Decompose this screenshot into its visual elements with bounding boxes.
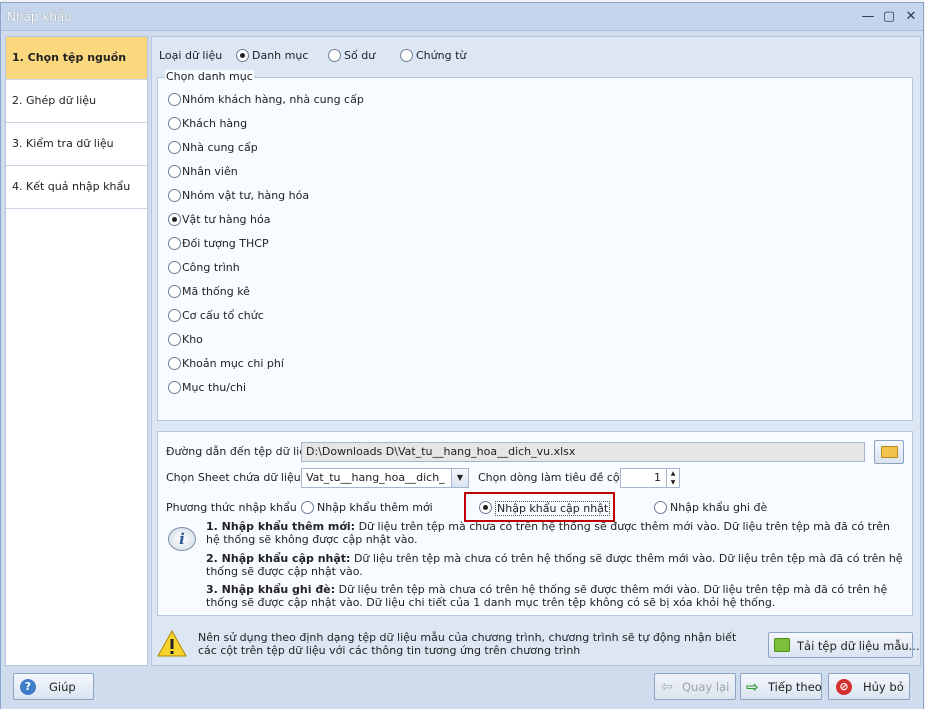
maximize-icon[interactable]: ▢	[880, 8, 898, 26]
data-type-option: Chứng từ	[416, 49, 467, 62]
step-label: 1. Chọn tệp nguồn	[12, 51, 127, 64]
browse-button[interactable]	[874, 440, 904, 464]
catalog-radio[interactable]	[168, 117, 181, 130]
spin-up-icon[interactable]: ▲	[666, 469, 679, 478]
spin-down-icon[interactable]: ▼	[666, 478, 679, 487]
catalog-item-label: Công trình	[182, 261, 240, 274]
help-label: Giúp	[49, 680, 76, 694]
radio-balance[interactable]	[328, 49, 341, 62]
data-type-option: Danh mục	[252, 49, 309, 62]
help-button[interactable]: ? Giúp	[13, 673, 94, 700]
file-path-label: Đường dẫn đến tệp dữ liệu	[166, 445, 313, 458]
folder-icon	[881, 446, 898, 458]
radio-import-new[interactable]	[301, 501, 314, 514]
download-template-label: Tải tệp dữ liệu mẫu...	[797, 639, 920, 653]
catalog-group: Chọn danh mục Nhóm khách hàng, nhà cung …	[157, 70, 913, 421]
file-path-input[interactable]: D:\Downloads D\Vat_tu__hang_hoa__dich_vu…	[301, 442, 865, 462]
step-import-result[interactable]: 4. Kết quả nhập khẩu	[6, 166, 147, 209]
next-arrow-icon: ⇨	[746, 678, 759, 696]
next-label: Tiếp theo	[768, 680, 822, 694]
catalog-item-label: Nhà cung cấp	[182, 141, 258, 154]
close-icon[interactable]: ✕	[902, 8, 920, 26]
data-type-label: Loại dữ liệu	[159, 49, 223, 62]
desc-import-new: 1. Nhập khẩu thêm mới: Dữ liệu trên tệp …	[206, 520, 906, 546]
radio-voucher[interactable]	[400, 49, 413, 62]
chevron-down-icon[interactable]: ▼	[451, 469, 468, 487]
import-method-option: Nhập khẩu ghi đè	[670, 501, 768, 514]
cancel-button[interactable]: ⊘ Hủy bỏ	[828, 673, 910, 700]
catalog-radio[interactable]	[168, 285, 181, 298]
file-settings-group: Đường dẫn đến tệp dữ liệu D:\Downloads D…	[157, 431, 913, 616]
download-icon	[774, 638, 790, 652]
desc-title: 1. Nhập khẩu thêm mới:	[206, 520, 356, 533]
step-label: 2. Ghép dữ liệu	[12, 94, 97, 107]
catalog-radio[interactable]	[168, 261, 181, 274]
main-panel: Loại dữ liệu Danh mục Số dư Chứng từ Chọ…	[151, 36, 921, 666]
desc-title: 2. Nhập khẩu cập nhật:	[206, 552, 351, 565]
catalog-radio[interactable]	[168, 165, 181, 178]
title-bar: Nhập khẩu — ▢ ✕	[1, 3, 923, 31]
catalog-item-label: Khoản mục chi phí	[182, 357, 284, 370]
catalog-item-label: Vật tư hàng hóa	[182, 213, 271, 226]
back-button[interactable]: ⇦ Quay lại	[654, 673, 736, 700]
step-label: 4. Kết quả nhập khẩu	[12, 180, 131, 193]
catalog-radio[interactable]	[168, 189, 181, 202]
notice-text: Nên sử dụng theo định dạng tệp dữ liệu m…	[198, 631, 737, 657]
catalog-radio[interactable]	[168, 357, 181, 370]
catalog-item-label: Nhóm vật tư, hàng hóa	[182, 189, 310, 202]
step-map-data[interactable]: 2. Ghép dữ liệu	[6, 80, 147, 123]
catalog-item-label: Cơ cấu tổ chức	[182, 309, 264, 322]
import-method-option: Nhập khẩu thêm mới	[317, 501, 433, 514]
import-method-label: Phương thức nhập khẩu	[166, 501, 297, 514]
import-dialog: Nhập khẩu — ▢ ✕ 1. Chọn tệp nguồn 2. Ghé…	[0, 2, 924, 709]
wizard-steps: 1. Chọn tệp nguồn 2. Ghép dữ liệu 3. Kiể…	[5, 36, 148, 666]
catalog-item-label: Đối tượng THCP	[182, 237, 269, 250]
next-button[interactable]: ⇨ Tiếp theo	[740, 673, 822, 700]
info-icon: i	[168, 527, 196, 551]
radio-catalog[interactable]	[236, 49, 249, 62]
import-method-option: Nhập khẩu cập nhật	[495, 501, 611, 516]
desc-import-update: 2. Nhập khẩu cập nhật: Dữ liệu trên tệp …	[206, 552, 906, 578]
desc-title: 3. Nhập khẩu ghi đè:	[206, 583, 336, 596]
footer: ? Giúp ⇦ Quay lại ⇨ Tiếp theo ⊘ Hủy bỏ	[1, 669, 923, 709]
catalog-item-label: Mục thu/chi	[182, 381, 247, 394]
catalog-radio[interactable]	[168, 141, 181, 154]
catalog-radio[interactable]	[168, 93, 181, 106]
data-type-option: Số dư	[344, 49, 376, 62]
step-choose-source[interactable]: 1. Chọn tệp nguồn	[6, 37, 147, 80]
catalog-radio[interactable]	[168, 381, 181, 394]
catalog-item-label: Nhân viên	[182, 165, 238, 178]
window-title: Nhập khẩu	[7, 10, 72, 24]
back-label: Quay lại	[682, 680, 730, 694]
cancel-icon: ⊘	[836, 679, 852, 695]
back-arrow-icon: ⇦	[661, 679, 673, 695]
desc-import-overwrite: 3. Nhập khẩu ghi đè: Dữ liệu trên tệp mà…	[206, 583, 906, 609]
radio-import-update[interactable]	[479, 501, 492, 514]
catalog-radio[interactable]	[168, 333, 181, 346]
sheet-select[interactable]: Vat_tu__hang_hoa__dich_	[301, 468, 469, 488]
catalog-item-label: Kho	[182, 333, 203, 346]
radio-import-overwrite[interactable]	[654, 501, 667, 514]
catalog-radio[interactable]	[168, 237, 181, 250]
minimize-icon[interactable]: —	[859, 8, 877, 26]
step-label: 3. Kiểm tra dữ liệu	[12, 137, 114, 150]
header-row-label: Chọn dòng làm tiêu đề cột	[478, 471, 624, 484]
warning-icon	[157, 629, 187, 657]
sheet-label: Chọn Sheet chứa dữ liệu	[166, 471, 301, 484]
cancel-label: Hủy bỏ	[863, 680, 904, 694]
help-icon: ?	[20, 679, 36, 695]
catalog-radio[interactable]	[168, 309, 181, 322]
catalog-legend: Chọn danh mục	[165, 70, 254, 83]
catalog-item-label: Nhóm khách hàng, nhà cung cấp	[182, 93, 364, 106]
catalog-radio[interactable]	[168, 213, 181, 226]
step-check-data[interactable]: 3. Kiểm tra dữ liệu	[6, 123, 147, 166]
catalog-item-label: Mã thống kê	[182, 285, 250, 298]
download-template-button[interactable]: Tải tệp dữ liệu mẫu...	[768, 632, 920, 658]
catalog-item-label: Khách hàng	[182, 117, 248, 130]
